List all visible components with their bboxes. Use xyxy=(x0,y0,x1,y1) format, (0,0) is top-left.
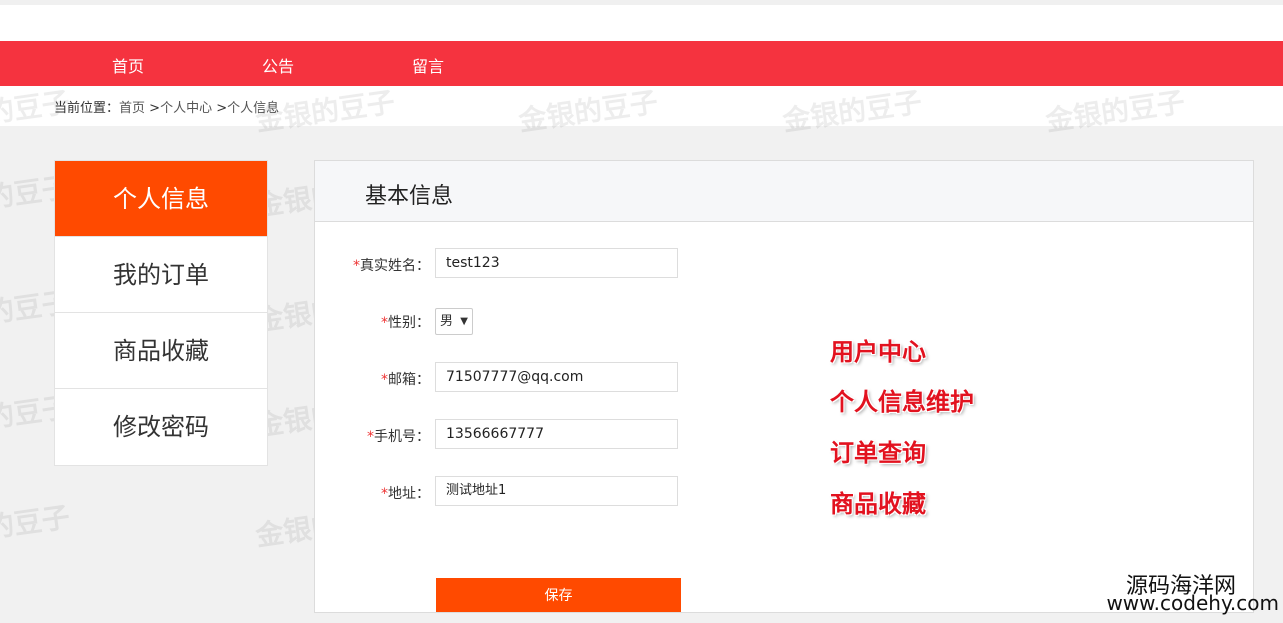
sidebar-item-favorites[interactable]: 商品收藏 xyxy=(55,313,267,389)
save-button[interactable]: 保存 xyxy=(436,578,681,612)
brand-url: www.codehy.com xyxy=(1106,591,1279,615)
breadcrumb-user-center[interactable]: 个人中心 xyxy=(160,101,212,116)
feature-text: 商品收藏 xyxy=(830,490,926,518)
email-input[interactable]: 71507777@qq.com xyxy=(435,362,678,392)
sidebar-item-profile[interactable]: 个人信息 xyxy=(55,161,267,237)
nav-notice[interactable]: 公告 xyxy=(262,53,294,77)
address-row: *地址： 测试地址1 xyxy=(315,476,715,506)
main-nav: 首页 公告 留言 xyxy=(0,41,1283,86)
nav-home[interactable]: 首页 xyxy=(112,53,144,77)
feature-text: 个人信息维护 xyxy=(830,388,974,416)
panel-header: 基本信息 xyxy=(315,161,1253,222)
sidebar-item-orders[interactable]: 我的订单 xyxy=(55,237,267,313)
watermark-text: 金银的豆子 xyxy=(0,500,72,553)
nav-message[interactable]: 留言 xyxy=(412,53,444,77)
email-label: *邮箱： xyxy=(381,372,430,388)
phone-label: *手机号： xyxy=(367,429,430,445)
address-label: *地址： xyxy=(381,486,430,502)
name-input[interactable]: test123 xyxy=(435,248,678,278)
feature-text: 用户中心 xyxy=(830,338,926,366)
top-bar xyxy=(0,0,1283,41)
name-label: *真实姓名： xyxy=(353,258,430,274)
profile-panel: 基本信息 *真实姓名： test123 *性别： 男 ▼ *邮箱： 7150777… xyxy=(314,160,1254,613)
breadcrumb-sep: > xyxy=(212,101,228,116)
breadcrumb-current: 个人信息 xyxy=(227,101,280,116)
breadcrumb: 当前位置：首页 >个人中心 >个人信息 xyxy=(54,97,279,116)
sidebar-item-change-password[interactable]: 修改密码 xyxy=(55,389,267,465)
breadcrumb-home[interactable]: 首页 xyxy=(119,101,145,116)
feature-text: 订单查询 xyxy=(830,439,926,467)
phone-input[interactable]: 13566667777 xyxy=(435,419,678,449)
gender-select[interactable]: 男 ▼ xyxy=(435,308,473,335)
chevron-down-icon: ▼ xyxy=(460,316,468,327)
name-row: *真实姓名： test123 xyxy=(315,248,715,278)
gender-label: *性别： xyxy=(381,315,430,331)
gender-row: *性别： 男 ▼ xyxy=(315,305,715,335)
breadcrumb-sep: > xyxy=(145,101,161,116)
breadcrumb-prefix: 当前位置： xyxy=(54,101,120,116)
phone-row: *手机号： 13566667777 xyxy=(315,419,715,449)
breadcrumb-bar: 当前位置：首页 >个人中心 >个人信息 xyxy=(0,86,1283,126)
sidebar: 个人信息 我的订单 商品收藏 修改密码 xyxy=(54,160,268,466)
panel-title: 基本信息 xyxy=(365,184,454,209)
email-row: *邮箱： 71507777@qq.com xyxy=(315,362,715,392)
address-input[interactable]: 测试地址1 xyxy=(435,476,678,506)
